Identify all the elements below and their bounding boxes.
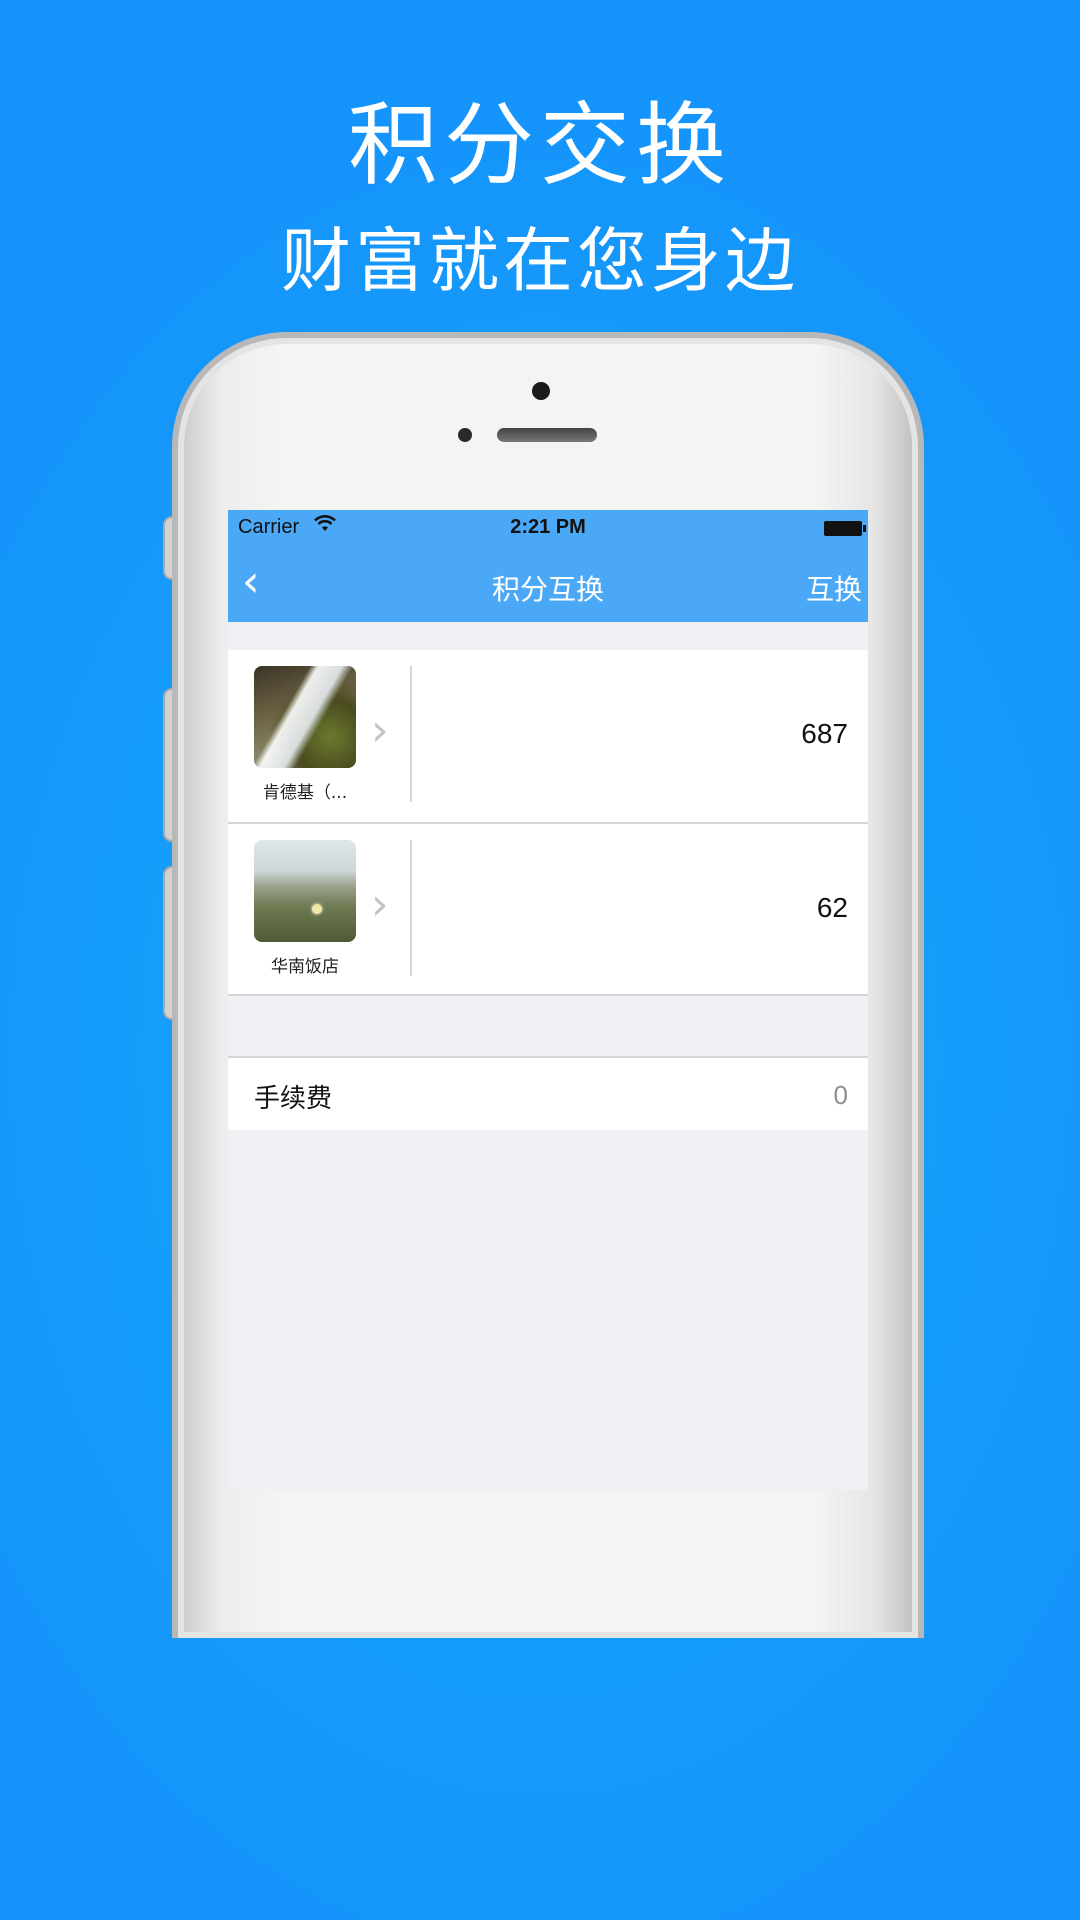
divider [410,666,412,802]
status-time: 2:21 PM [510,516,586,538]
chevron-right-icon[interactable]: › [371,879,389,930]
list-item[interactable]: 华南饭店 › 62 [228,822,868,996]
points-value: 62 [816,892,848,923]
sensor-icon [458,428,472,442]
exchange-list: 肯德基（... › 687 华南饭店 › 62 [228,650,868,996]
waterfall-photo [254,666,356,768]
navigation-bar: ‹ 积分互换 互换 [228,546,868,622]
store-name: 华南饭店 [271,957,339,977]
divider [228,994,868,996]
store-name: 肯德基（... [262,783,348,803]
points-value: 687 [801,718,848,749]
promo-subheadline: 财富就在您身边 [281,220,799,302]
battery-icon [824,521,866,536]
app-screen: Carrier 2:21 PM ‹ 积分互换 互换 肯德基（... › 687 … [228,510,868,1490]
chevron-right-icon[interactable]: › [371,705,389,756]
fee-label: 手续费 [254,1084,333,1114]
exchange-button[interactable]: 互换 [806,568,862,608]
page-title: 积分互换 [491,573,604,606]
fee-value: 0 [833,1080,848,1110]
speaker-grill [497,428,597,442]
fee-row: 手续费 0 [228,1056,868,1130]
promo-headline: 积分交换 [348,93,732,198]
divider [410,840,412,976]
camera-icon [532,382,550,400]
list-item[interactable]: 肯德基（... › 687 [228,650,868,822]
meadow-photo [254,840,356,942]
status-bar: Carrier 2:21 PM [228,510,868,546]
